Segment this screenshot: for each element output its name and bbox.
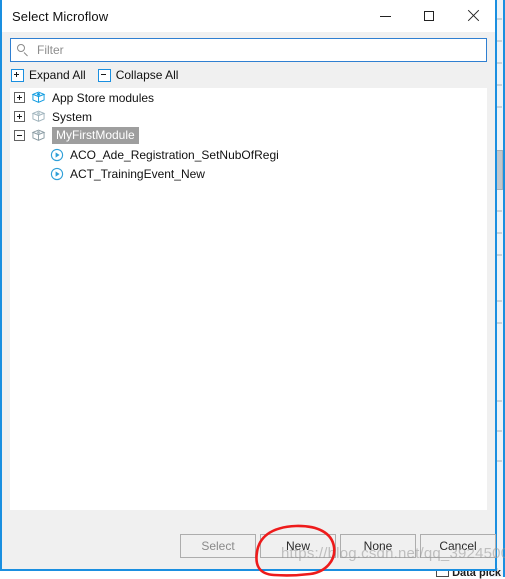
search-icon [17, 44, 29, 57]
tree-item-label: ACO_Ade_Registration_SetNubOfRegi [70, 147, 279, 162]
search-input[interactable] [35, 42, 480, 58]
tree-node-system[interactable]: System [10, 107, 487, 126]
tree-node-label-selected: MyFirstModule [52, 127, 139, 144]
select-microflow-dialog: Select Microflow Expand All [0, 0, 497, 571]
minus-box-icon [97, 68, 111, 82]
minimize-icon [379, 15, 391, 17]
cancel-button[interactable]: Cancel [420, 534, 496, 558]
close-button[interactable] [451, 0, 495, 32]
microflow-icon [50, 148, 64, 161]
collapse-all-label: Collapse All [115, 68, 179, 82]
tree-node-label: System [52, 109, 93, 124]
expand-toggle-icon[interactable] [14, 92, 25, 103]
module-icon [31, 91, 46, 103]
collapse-toggle-icon[interactable] [14, 130, 25, 141]
tree-item-microflow[interactable]: ACO_Ade_Registration_SetNubOfRegi [10, 145, 487, 164]
window-controls [363, 0, 495, 32]
collapse-all-button[interactable]: Collapse All [97, 68, 179, 82]
expand-all-label: Expand All [29, 68, 86, 82]
close-icon [467, 10, 479, 22]
new-button[interactable]: New [260, 534, 336, 558]
select-button[interactable]: Select [180, 534, 256, 558]
dialog-footer: Select New None Cancel [2, 523, 496, 569]
tree-item-label: ACT_TrainingEvent_New [70, 166, 205, 181]
plus-box-icon [11, 68, 24, 82]
dialog-titlebar: Select Microflow [2, 0, 495, 32]
tree-toolbar: Expand All Collapse All [2, 62, 495, 88]
tree-node-myfirstmodule[interactable]: MyFirstModule [10, 126, 487, 145]
maximize-button[interactable] [407, 0, 451, 32]
module-icon [31, 110, 46, 122]
module-icon [31, 129, 46, 141]
none-button[interactable]: None [340, 534, 416, 558]
tree-node-app-store-modules[interactable]: App Store modules [10, 88, 487, 107]
minimize-button[interactable] [363, 0, 407, 32]
expand-toggle-icon[interactable] [14, 111, 25, 122]
expand-all-button[interactable]: Expand All [11, 68, 86, 82]
tree-node-label: App Store modules [52, 90, 155, 105]
microflow-icon [50, 167, 64, 180]
tree-item-microflow[interactable]: ACT_TrainingEvent_New [10, 164, 487, 183]
filter-area [2, 32, 495, 62]
microflow-tree[interactable]: App Store modules System MyFirstModule A… [10, 88, 487, 510]
filter-box[interactable] [10, 38, 487, 62]
maximize-icon [424, 11, 434, 21]
dialog-title: Select Microflow [12, 8, 109, 24]
